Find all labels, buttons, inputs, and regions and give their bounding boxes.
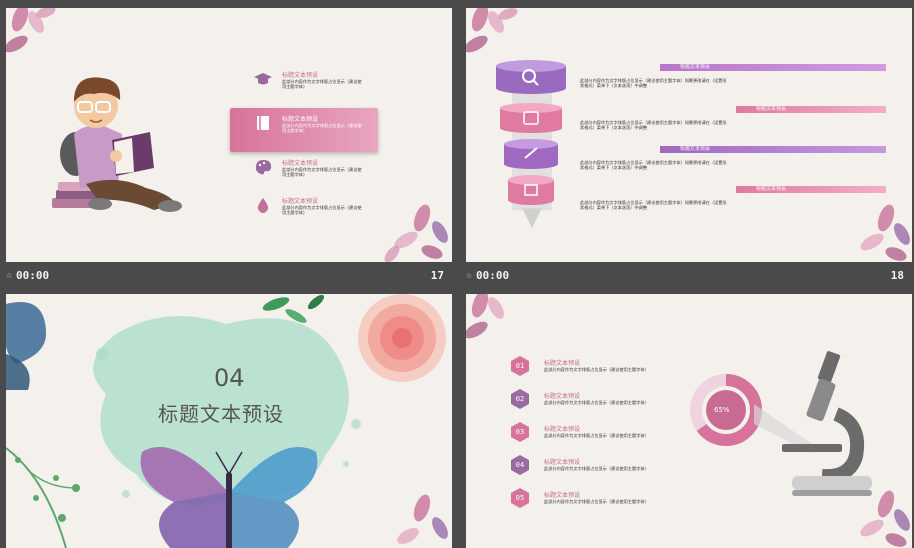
star-icon[interactable]: ☆ [466,270,472,281]
item-title: 标题文本预设 [544,393,581,400]
menu-item-desc: 此部分内容作为文字排版占位显示（建议使用主题字体） [282,205,362,216]
book-icon [257,116,269,130]
butterfly-illustration [140,447,318,548]
butterfly-illustration [6,302,46,390]
item-number: 01 [515,362,525,370]
star-icon[interactable]: ☆ [6,270,12,281]
petal-decoration [397,494,448,544]
reading-boy-illustration [52,77,182,212]
row-desc: 此部分内容作为文字排版占位显示（建议使用主题字体）如需更改请在（设置形状格式）菜… [580,160,727,171]
item-desc: 此部分内容作为文字排版占位显示（建议使用主题字体） [544,466,649,471]
time-label: 00:00 [16,268,50,282]
slide-number: 18 [890,268,904,282]
menu-item-desc: 此部分内容作为文字排版占位显示（建议使用主题字体） [282,167,362,178]
branch-decoration [6,447,80,548]
menu-item-desc: 此部分内容作为文字排版占位显示（建议使用主题字体） [282,123,362,134]
petal-decoration [466,294,504,339]
row-title-bar: 标题文本预设 [660,64,886,71]
slide-thumbnail-microscope[interactable]: 01 标题文本预设 此部分内容作为文字排版占位显示（建议使用主题字体） 02 标题文本预… [466,294,912,548]
menu-item-desc: 此部分内容作为文字排版占位显示（建议使用主题字体） [282,79,362,90]
donut-center-label: 65% [714,406,730,414]
row-title-bar: 标题文本预设 [736,106,886,113]
item-title: 标题文本预设 [544,492,581,499]
petal-decoration [384,204,448,262]
row-desc: 此部分内容作为文字排版占位显示（建议使用主题字体）如需更改请在（设置形状格式）菜… [580,78,727,89]
hexagon-badge: 04 [510,455,530,475]
graduation-cap-icon [254,73,272,85]
item-number: 04 [515,461,525,469]
microscope-illustration [754,351,872,496]
slide-footer-17: ☆ 00:00 17 [6,264,452,286]
menu-item-title: 标题文本预设 [282,198,319,205]
flower-illustration [358,294,446,382]
timer: ☆ 00:00 [6,269,49,282]
slide-thumbnail-17[interactable]: 标题文本预设 此部分内容作为文字排版占位显示（建议使用主题字体） 标题文本预设 此部分… [6,8,452,262]
item-desc: 此部分内容作为文字排版占位显示（建议使用主题字体） [544,367,649,372]
section-title: 标题文本预设 [158,402,284,426]
item-desc: 此部分内容作为文字排版占位显示（建议使用主题字体） [544,433,649,438]
menu-item-title: 标题文本预设 [282,116,319,123]
petal-decoration [860,204,910,261]
item-number: 05 [515,494,525,502]
item-desc: 此部分内容作为文字排版占位显示（建议使用主题字体） [544,499,649,504]
row-desc: 此部分内容作为文字排版占位显示（建议使用主题字体）如需更改请在（设置形状格式）菜… [580,120,727,131]
timer: ☆ 00:00 [466,269,509,282]
slide-thumbnail-18[interactable]: 标题文本预设此部分内容作为文字排版占位显示（建议使用主题字体）如需更改请在（设置… [466,8,912,262]
item-title: 标题文本预设 [544,459,581,466]
droplet-icon [257,198,269,213]
item-number: 02 [515,395,525,403]
hexagon-badge: 01 [510,356,530,376]
section-number: 04 [214,364,245,392]
slide-footer-18: ☆ 00:00 18 [466,264,912,286]
menu-item-title: 标题文本预设 [282,160,319,167]
hexagon-badge: 05 [510,488,530,508]
item-title: 标题文本预设 [544,360,581,367]
menu-item-title: 标题文本预设 [282,72,319,79]
row-desc: 此部分内容作为文字排版占位显示（建议使用主题字体）如需更改请在（设置形状格式）菜… [580,200,727,211]
slide-number: 17 [430,268,444,282]
item-number: 03 [515,428,525,436]
item-title: 标题文本预设 [544,426,581,433]
palette-icon [255,160,272,175]
hexagon-badge: 02 [510,389,530,409]
row-title-bar: 标题文本预设 [660,146,886,153]
hexagon-badge: 03 [510,422,530,442]
stacked-cylinder-graphic [496,60,566,228]
slide-thumbnail-section[interactable]: 04 标题文本预设 [6,294,452,548]
row-title-bar: 标题文本预设 [736,186,886,193]
item-desc: 此部分内容作为文字排版占位显示（建议使用主题字体） [544,400,649,405]
time-label: 00:00 [476,268,510,282]
